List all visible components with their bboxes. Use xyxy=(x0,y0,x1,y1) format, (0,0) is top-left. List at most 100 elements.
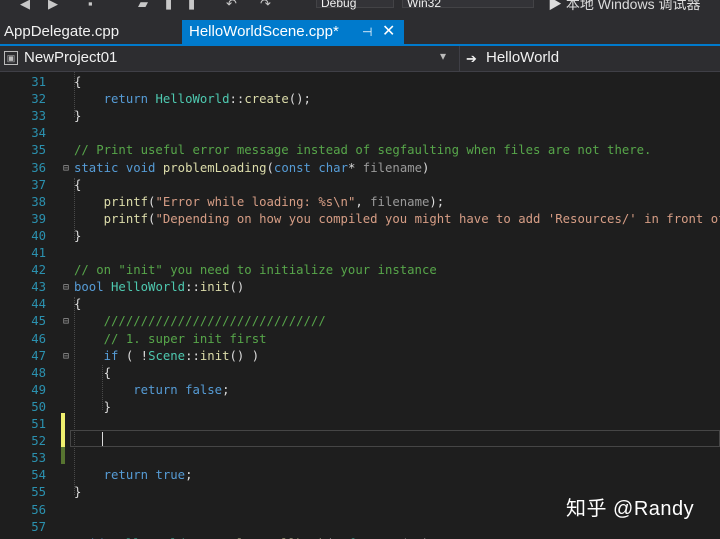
code-line[interactable]: 46 // 1. super init first xyxy=(0,331,720,348)
code-line[interactable]: 39 printf("Depending on how you compiled… xyxy=(0,211,720,228)
line-number: 34 xyxy=(31,126,46,141)
line-number: 50 xyxy=(31,399,46,414)
new-item-icon[interactable]: ▪ xyxy=(88,0,93,11)
platform-select[interactable]: Win32 xyxy=(402,0,534,10)
collapse-icon[interactable]: ⊟ xyxy=(63,348,69,365)
code-line[interactable]: 38 printf("Error while loading: %s\n", f… xyxy=(0,194,720,211)
line-number: 33 xyxy=(31,109,46,124)
code-text: } xyxy=(74,109,82,124)
redo-icon[interactable]: ↷ xyxy=(260,0,271,12)
document-tabs: AppDelegate.cpp HelloWorldScene.cpp* ⊣ ✕ xyxy=(0,20,720,46)
forward-icon[interactable]: ▶ xyxy=(48,0,58,12)
line-number: 32 xyxy=(31,92,46,107)
run-debugger-button[interactable]: ▶ 本地 Windows 调试器 xyxy=(548,0,700,14)
code-line[interactable]: 31 { xyxy=(0,74,720,91)
line-number: 43 xyxy=(31,280,46,295)
scope-dropdown[interactable]: HelloWorld xyxy=(486,49,559,66)
code-text: } xyxy=(74,228,82,243)
line-number: 54 xyxy=(31,468,46,483)
code-line[interactable]: 34 xyxy=(0,125,720,142)
tab-label: HelloWorldScene.cpp* xyxy=(189,23,339,40)
back-icon[interactable]: ◀ xyxy=(20,0,30,12)
navigation-bar: ▣ NewProject01 ▾ ➔ HelloWorld xyxy=(0,46,720,72)
tab-label: AppDelegate.cpp xyxy=(4,23,120,40)
divider xyxy=(459,46,460,71)
code-line[interactable]: 48 { xyxy=(0,365,720,382)
save-all-icon[interactable]: ▮ xyxy=(188,0,195,12)
scope-arrow-icon: ➔ xyxy=(466,51,477,66)
line-number: 46 xyxy=(31,331,46,346)
code-text: // 1. super init first xyxy=(103,331,267,346)
code-text: return HelloWorld::create(); xyxy=(103,92,311,107)
code-text: } xyxy=(74,399,112,414)
line-number: 41 xyxy=(31,246,46,260)
code-text: return false; xyxy=(133,382,230,397)
line-number: 51 xyxy=(31,417,46,431)
line-number: 57 xyxy=(31,519,46,534)
code-text: printf("Error while loading: %s\n", file… xyxy=(103,194,445,209)
project-dropdown[interactable]: NewProject01 xyxy=(24,49,117,66)
code-line[interactable]: 52 xyxy=(0,433,720,450)
code-text: { xyxy=(74,177,82,192)
code-text: static void problemLoading(const char* f… xyxy=(74,160,430,175)
line-number: 42 xyxy=(31,263,46,278)
line-number: 39 xyxy=(31,211,46,226)
pin-icon[interactable]: ⊣ xyxy=(362,20,372,44)
code-text: // on "init" you need to initialize your… xyxy=(74,263,437,278)
line-number: 47 xyxy=(31,348,46,363)
collapse-icon[interactable]: ⊟ xyxy=(63,313,69,330)
line-number: 31 xyxy=(31,75,46,89)
line-number: 40 xyxy=(31,228,46,243)
line-number: 52 xyxy=(31,434,46,449)
line-number: 55 xyxy=(31,485,46,500)
line-number: 48 xyxy=(31,365,46,380)
open-file-icon[interactable]: ▰ xyxy=(138,0,148,12)
line-number: 53 xyxy=(31,451,46,466)
line-number: 38 xyxy=(31,194,46,209)
code-line[interactable]: 53 xyxy=(0,450,720,467)
code-line[interactable]: 35 // Print useful error message instead … xyxy=(0,142,720,159)
close-icon[interactable]: ✕ xyxy=(382,20,395,44)
code-line[interactable]: 41 xyxy=(0,245,720,262)
code-text: { xyxy=(74,75,82,89)
code-line[interactable]: 57 xyxy=(0,519,720,536)
line-number: 44 xyxy=(31,297,46,312)
code-line[interactable]: 37 { xyxy=(0,177,720,194)
code-editor[interactable]: 31{32 return HelloWorld::create(); 33} 34 3… xyxy=(0,72,720,539)
tab-helloworldscene[interactable]: HelloWorldScene.cpp* ⊣ ✕ xyxy=(182,20,404,44)
code-line[interactable]: 50 } xyxy=(0,399,720,416)
code-line[interactable]: 40} xyxy=(0,228,720,245)
code-line[interactable]: 43 ⊟ bool HelloWorld::init() xyxy=(0,279,720,296)
undo-icon[interactable]: ↶ xyxy=(226,0,237,12)
code-line[interactable]: 42 // on "init" you need to initialize yo… xyxy=(0,262,720,279)
line-number: 49 xyxy=(31,382,46,397)
tab-appdelegate[interactable]: AppDelegate.cpp xyxy=(0,20,180,44)
configuration-select[interactable]: Debug xyxy=(316,0,394,10)
line-number: 35 xyxy=(31,143,46,158)
code-text: { xyxy=(74,297,82,312)
code-text: ////////////////////////////// xyxy=(103,314,326,329)
collapse-icon[interactable]: ⊟ xyxy=(63,279,69,296)
code-line[interactable]: 36 ⊟ static void problemLoading(const char… xyxy=(0,160,720,177)
code-line[interactable]: 47 ⊟ if ( !Scene::init() ) xyxy=(0,348,720,365)
code-line[interactable]: 49 return false; xyxy=(0,382,720,399)
code-text: bool HelloWorld::init() xyxy=(74,280,245,295)
code-line[interactable]: 44 { xyxy=(0,296,720,313)
code-text: // Print useful error message instead of… xyxy=(74,143,652,158)
code-text: return true; xyxy=(103,468,193,483)
code-line[interactable]: 54 return true; xyxy=(0,467,720,484)
toolbar: ◀ ▶ ▪ ▰ ▮ ▮ ↶ ↷ Debug Win32 ▶ 本地 Windows… xyxy=(0,0,720,20)
code-line[interactable]: 45 ⊟ ////////////////////////////// xyxy=(0,313,720,330)
code-line[interactable]: 32 return HelloWorld::create(); xyxy=(0,91,720,108)
chevron-down-icon[interactable]: ▾ xyxy=(440,49,446,63)
code-line[interactable]: 33} xyxy=(0,108,720,125)
line-number: 45 xyxy=(31,314,46,329)
collapse-icon[interactable]: ⊟ xyxy=(63,160,69,177)
save-icon[interactable]: ▮ xyxy=(165,0,172,12)
line-number: 37 xyxy=(31,177,46,192)
code-line[interactable]: 51 xyxy=(0,416,720,433)
line-number: 56 xyxy=(31,502,46,517)
code-text: printf("Depending on how you compiled yo… xyxy=(103,211,720,226)
code-text: if ( !Scene::init() ) xyxy=(103,348,260,363)
watermark: 知乎 @Randy xyxy=(566,498,695,520)
